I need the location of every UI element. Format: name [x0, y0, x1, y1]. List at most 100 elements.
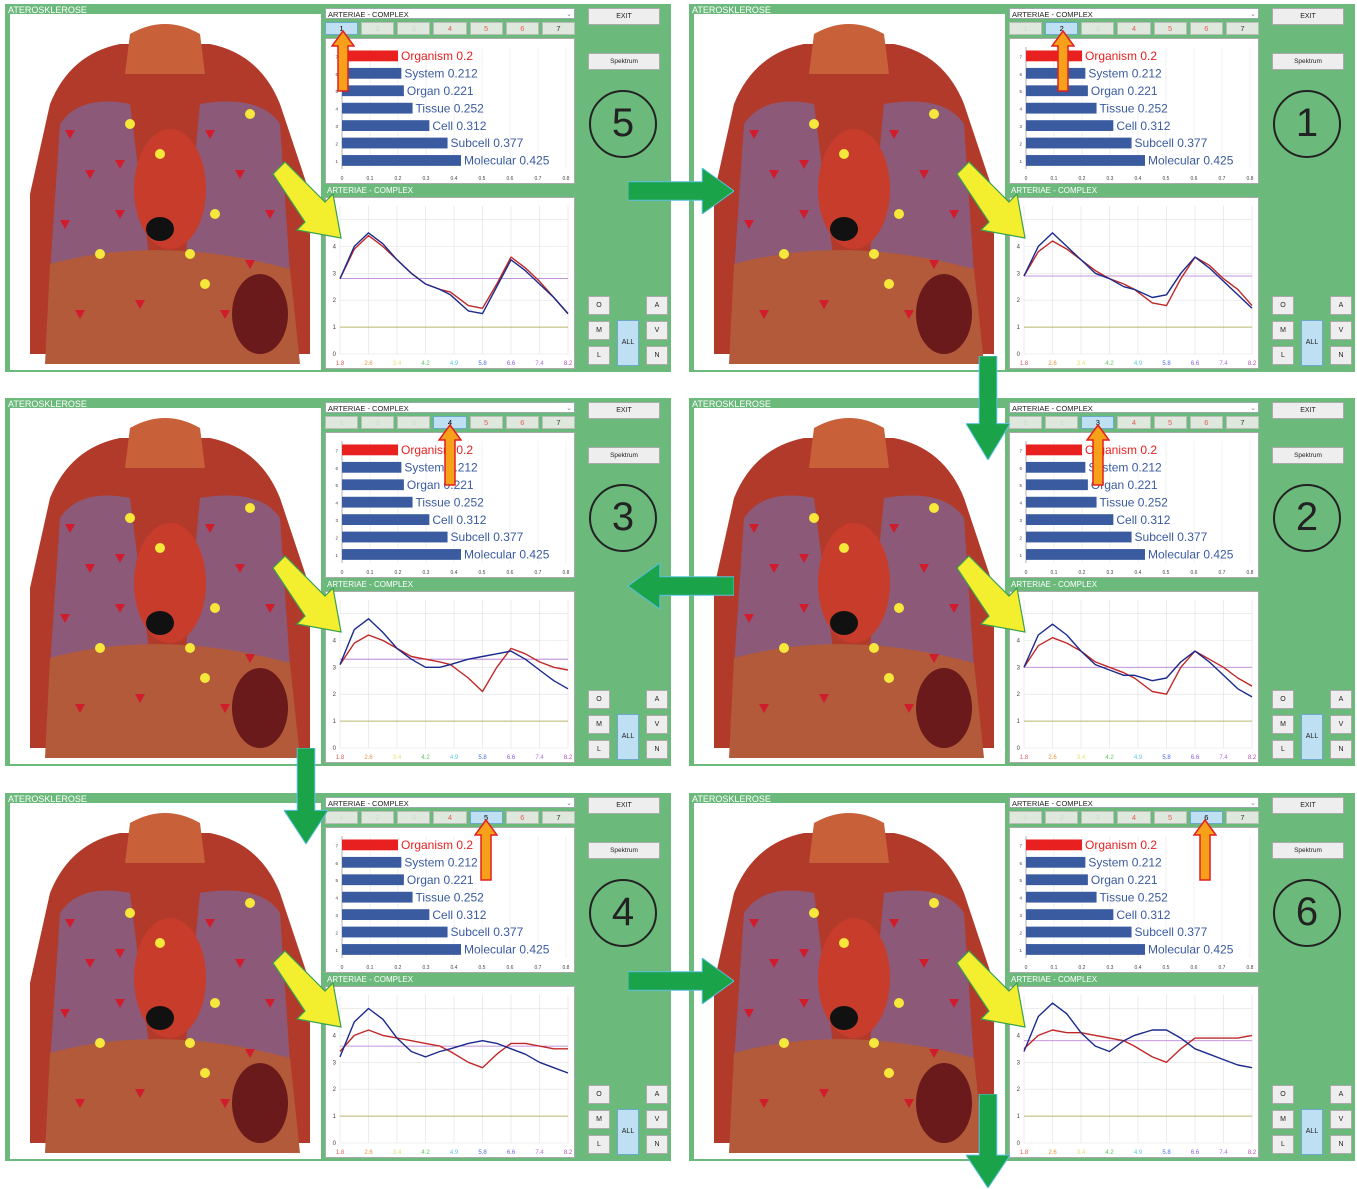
o-button[interactable]: O: [588, 296, 610, 315]
n-button[interactable]: N: [646, 740, 668, 759]
level-tab-2[interactable]: 2: [1045, 811, 1079, 824]
level-tab-2[interactable]: 2: [361, 811, 395, 824]
n-button[interactable]: N: [1330, 740, 1352, 759]
level-tab-7[interactable]: 7: [541, 22, 575, 35]
line-x-tick: 8.2: [564, 361, 573, 367]
o-button[interactable]: O: [1272, 690, 1294, 709]
exit-button[interactable]: EXIT: [588, 8, 660, 25]
o-button[interactable]: O: [588, 1085, 610, 1104]
all-button[interactable]: ALL: [1301, 714, 1323, 760]
m-button[interactable]: M: [588, 1110, 610, 1129]
all-button[interactable]: ALL: [1301, 1109, 1323, 1155]
a-button[interactable]: A: [646, 296, 668, 315]
l-button[interactable]: L: [1272, 346, 1294, 365]
level-tab-5[interactable]: 5: [1153, 416, 1187, 429]
v-button[interactable]: V: [646, 1110, 668, 1129]
level-tab-7[interactable]: 7: [541, 811, 575, 824]
m-button[interactable]: M: [588, 715, 610, 734]
level-tab-6[interactable]: 6: [505, 22, 539, 35]
level-tab-4[interactable]: 4: [433, 811, 467, 824]
level-tab-4[interactable]: 4: [433, 22, 467, 35]
a-button[interactable]: A: [1330, 690, 1352, 709]
level-tab-3[interactable]: 3: [1081, 811, 1115, 824]
level-tab-7[interactable]: 7: [1225, 811, 1259, 824]
all-button[interactable]: ALL: [617, 1109, 639, 1155]
level-tab-2[interactable]: 2: [361, 416, 395, 429]
m-button[interactable]: M: [588, 321, 610, 340]
level-tab-4[interactable]: 4: [1117, 416, 1151, 429]
v-button[interactable]: V: [1330, 321, 1352, 340]
o-button[interactable]: O: [1272, 296, 1294, 315]
level-tab-7[interactable]: 7: [541, 416, 575, 429]
level-tab-3[interactable]: 3: [397, 416, 431, 429]
level-tab-6[interactable]: 6: [505, 811, 539, 824]
spektrum-button[interactable]: Spektrum: [1272, 447, 1344, 464]
a-button[interactable]: A: [646, 1085, 668, 1104]
n-button[interactable]: N: [646, 1135, 668, 1154]
m-button[interactable]: M: [1272, 715, 1294, 734]
level-tab-1[interactable]: 1: [1009, 22, 1043, 35]
bar-x-tick: 0.4: [1135, 570, 1142, 576]
line-x-tick: 7.4: [535, 1150, 544, 1156]
a-button[interactable]: A: [1330, 1085, 1352, 1104]
level-tab-7[interactable]: 7: [1225, 416, 1259, 429]
level-tab-2[interactable]: 2: [1045, 416, 1079, 429]
level-tab-6[interactable]: 6: [1189, 22, 1223, 35]
all-button[interactable]: ALL: [617, 320, 639, 366]
level-tab-5[interactable]: 5: [1153, 811, 1187, 824]
marker-hexagon: [200, 673, 210, 683]
all-button[interactable]: ALL: [617, 714, 639, 760]
level-tab-5[interactable]: 5: [469, 22, 503, 35]
v-button[interactable]: V: [1330, 715, 1352, 734]
level-tab-5[interactable]: 5: [1153, 22, 1187, 35]
exit-button[interactable]: EXIT: [588, 402, 660, 419]
level-tab-2[interactable]: 2: [361, 22, 395, 35]
n-button[interactable]: N: [646, 346, 668, 365]
section-select[interactable]: ARTERIAE - COMPLEX ⌄: [325, 797, 575, 808]
exit-button[interactable]: EXIT: [1272, 797, 1344, 814]
level-tab-3[interactable]: 3: [1081, 22, 1115, 35]
m-button[interactable]: M: [1272, 321, 1294, 340]
n-button[interactable]: N: [1330, 346, 1352, 365]
level-tab-1[interactable]: 1: [325, 416, 359, 429]
all-button[interactable]: ALL: [1301, 320, 1323, 366]
l-button[interactable]: L: [1272, 740, 1294, 759]
spektrum-button[interactable]: Spektrum: [588, 53, 660, 70]
a-button[interactable]: A: [646, 690, 668, 709]
level-tab-6[interactable]: 6: [505, 416, 539, 429]
o-button[interactable]: O: [1272, 1085, 1294, 1104]
level-tab-4[interactable]: 4: [1117, 22, 1151, 35]
level-tab-1[interactable]: 1: [1009, 811, 1043, 824]
o-button[interactable]: O: [588, 690, 610, 709]
level-tab-4[interactable]: 4: [1117, 811, 1151, 824]
v-button[interactable]: V: [646, 715, 668, 734]
l-button[interactable]: L: [1272, 1135, 1294, 1154]
section-select[interactable]: ARTERIAE - COMPLEX ⌄: [325, 8, 575, 19]
spektrum-button[interactable]: Spektrum: [588, 842, 660, 859]
l-button[interactable]: L: [588, 740, 610, 759]
exit-button[interactable]: EXIT: [588, 797, 660, 814]
l-button[interactable]: L: [588, 346, 610, 365]
section-select[interactable]: ARTERIAE - COMPLEX ⌄: [1009, 8, 1259, 19]
level-tab-7[interactable]: 7: [1225, 22, 1259, 35]
exit-button[interactable]: EXIT: [1272, 8, 1344, 25]
level-tab-5[interactable]: 5: [469, 416, 503, 429]
a-button[interactable]: A: [1330, 296, 1352, 315]
section-select[interactable]: ARTERIAE - COMPLEX ⌄: [325, 402, 575, 413]
spektrum-button[interactable]: Spektrum: [1272, 53, 1344, 70]
exit-button[interactable]: EXIT: [1272, 402, 1344, 419]
m-button[interactable]: M: [1272, 1110, 1294, 1129]
level-tab-1[interactable]: 1: [1009, 416, 1043, 429]
spektrum-button[interactable]: Spektrum: [1272, 842, 1344, 859]
level-tab-3[interactable]: 3: [397, 22, 431, 35]
level-tab-1[interactable]: 1: [325, 811, 359, 824]
section-select[interactable]: ARTERIAE - COMPLEX ⌄: [1009, 402, 1259, 413]
level-tab-6[interactable]: 6: [1189, 416, 1223, 429]
v-button[interactable]: V: [646, 321, 668, 340]
v-button[interactable]: V: [1330, 1110, 1352, 1129]
section-select[interactable]: ARTERIAE - COMPLEX ⌄: [1009, 797, 1259, 808]
n-button[interactable]: N: [1330, 1135, 1352, 1154]
spektrum-button[interactable]: Spektrum: [588, 447, 660, 464]
l-button[interactable]: L: [588, 1135, 610, 1154]
level-tab-3[interactable]: 3: [397, 811, 431, 824]
